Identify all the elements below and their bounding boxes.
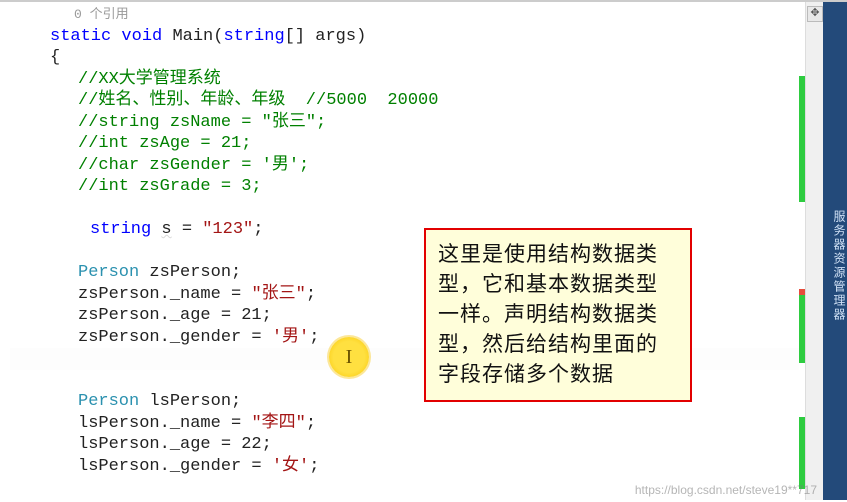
code-line: { [10,47,799,69]
server-explorer-tab[interactable]: 服务器资源管理器 [823,2,847,500]
code-line: //string zsName = "张三"; [10,112,799,134]
watermark-text: https://blog.csdn.net/steve19**717 [635,483,817,497]
code-line: lsPerson._name = "李四"; [10,413,799,435]
code-line: static void Main(string[] args) [10,26,799,48]
codelens[interactable]: 0 个引用 [10,4,799,26]
code-line: //XX大学管理系统 [10,69,799,91]
code-line: //int zsAge = 21; [10,133,799,155]
code-line: //char zsGender = '男'; [10,155,799,177]
code-line: //int zsGrade = 3; [10,176,799,198]
code-line [10,198,799,220]
annotation-callout: 这里是使用结构数据类型，它和基本数据类型一样。声明结构数据类型，然后给结构里面的… [424,228,692,402]
scroll-up-button[interactable]: ✥ [807,6,823,22]
code-line: //姓名、性别、年龄、年级 //5000 20000 [10,90,799,112]
cursor-highlight-icon: I [329,337,369,377]
code-line: lsPerson._gender = '女'; [10,456,799,478]
vertical-scrollbar[interactable]: ✥ [805,2,823,500]
code-line: lsPerson._age = 22; [10,434,799,456]
